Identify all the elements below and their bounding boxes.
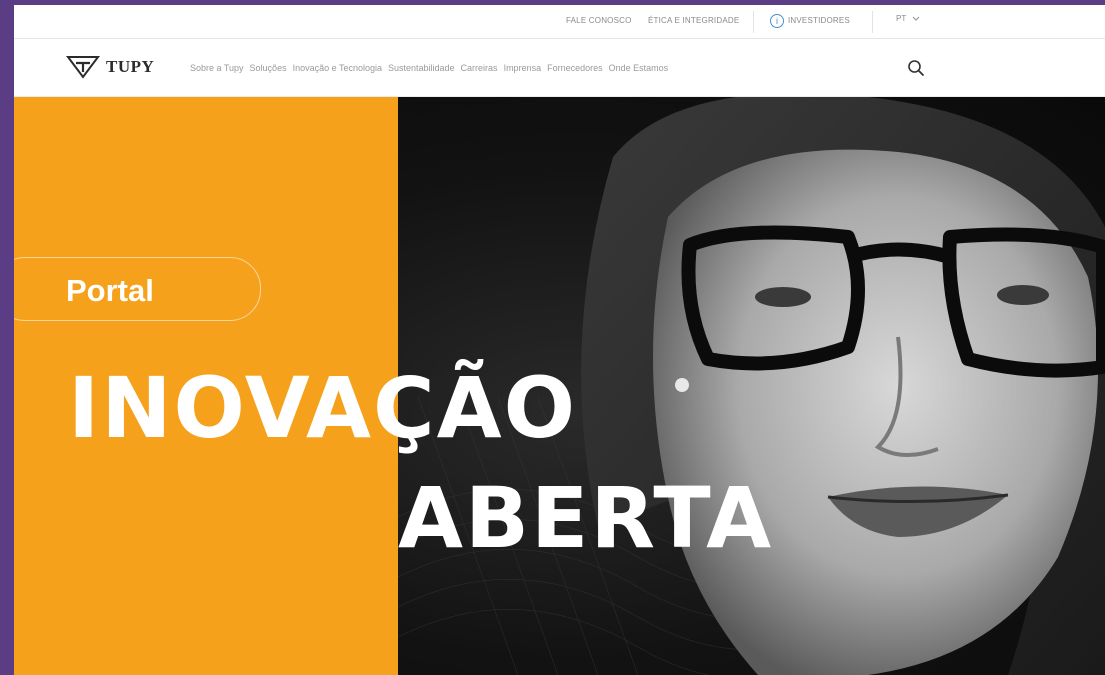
utility-divider	[753, 11, 754, 33]
nav-item-fornecedores[interactable]: Fornecedores	[547, 63, 603, 73]
nav-item-solucoes[interactable]: Soluções	[250, 63, 287, 73]
logo-text: TUPY	[106, 57, 155, 76]
investors-info-icon: i	[770, 14, 784, 28]
ethics-link[interactable]: ÉTICA E INTEGRIDADE	[648, 16, 739, 25]
logo[interactable]: TUPY	[66, 54, 154, 80]
contact-link[interactable]: FALE CONOSCO	[566, 16, 632, 25]
investors-link[interactable]: INVESTIDORES	[788, 16, 850, 25]
nav-item-imprensa[interactable]: Imprensa	[504, 63, 542, 73]
hero-headline-line1: INOVAÇÃO	[68, 359, 578, 457]
search-icon[interactable]	[907, 59, 925, 77]
nav-menu: Sobre a Tupy Soluções Inovação e Tecnolo…	[190, 63, 674, 73]
nav-item-inovacao[interactable]: Inovação e Tecnologia	[293, 63, 382, 73]
hero-headline-line2: ABERTA	[398, 469, 774, 567]
nav-item-onde-estamos[interactable]: Onde Estamos	[609, 63, 669, 73]
portal-label: Portal	[66, 273, 154, 308]
hero-banner: Portal INOVAÇÃO ABERTA	[14, 97, 1105, 675]
tupy-logo-icon	[66, 56, 100, 79]
browser-page: FALE CONOSCO ÉTICA E INTEGRIDADE i INVES…	[14, 5, 1105, 675]
language-selector[interactable]: PT	[896, 14, 920, 23]
nav-item-sustentabilidade[interactable]: Sustentabilidade	[388, 63, 455, 73]
utility-divider	[872, 11, 873, 33]
main-nav: TUPY Sobre a Tupy Soluções Inovação e Te…	[14, 39, 1105, 97]
language-label: PT	[896, 14, 907, 23]
nav-item-sobre[interactable]: Sobre a Tupy	[190, 63, 244, 73]
utility-bar: FALE CONOSCO ÉTICA E INTEGRIDADE i INVES…	[14, 5, 1105, 39]
chevron-down-icon	[912, 16, 920, 21]
nav-item-carreiras[interactable]: Carreiras	[461, 63, 498, 73]
